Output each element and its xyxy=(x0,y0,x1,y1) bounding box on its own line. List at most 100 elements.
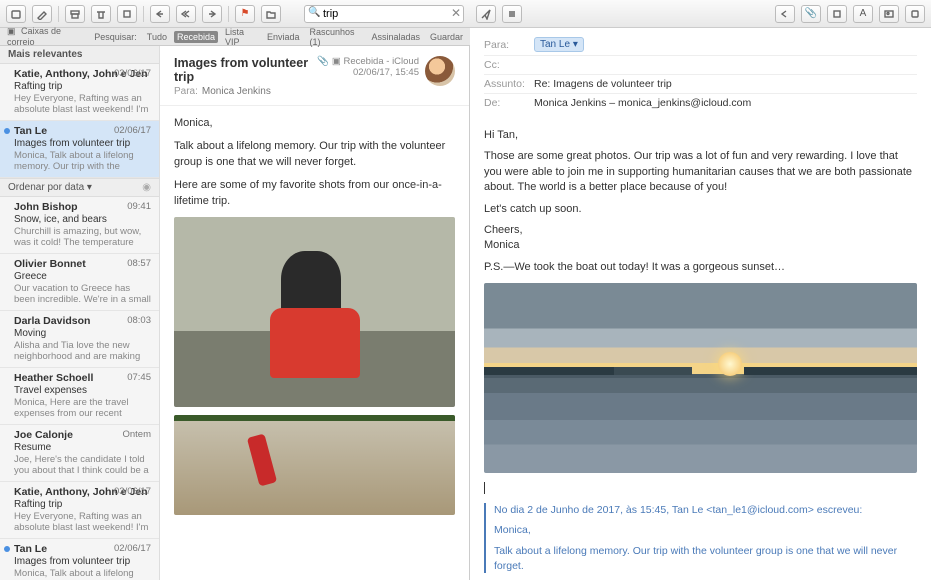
reply-icon xyxy=(779,8,791,20)
from-value[interactable]: Monica Jenkins – monica_jenkins@icloud.c… xyxy=(534,97,751,109)
message-row[interactable]: Heather Schoell07:45Travel expensesMonic… xyxy=(0,368,159,425)
message-row[interactable]: Joe CalonjeOntemResumeJoe, Here's the ca… xyxy=(0,425,159,482)
pencil-icon xyxy=(36,8,48,20)
subject-value[interactable]: Re: Imagens de volunteer trip xyxy=(534,78,672,90)
msg-preview: Monica, Talk about a lifelong memory. Ou… xyxy=(14,568,151,580)
header-fields-button[interactable] xyxy=(502,5,522,23)
reply-all-icon xyxy=(180,8,192,20)
msg-preview: Alisha and Tia love the new neighborhood… xyxy=(14,340,151,362)
msg-subject: Images from volunteer trip xyxy=(14,138,151,149)
quote-line: Talk about a lifelong memory. Our trip w… xyxy=(494,544,917,573)
reply-icon xyxy=(154,8,166,20)
compose-button[interactable] xyxy=(32,5,52,23)
filter-inbox[interactable]: Recebida xyxy=(174,31,218,43)
reply-all-button[interactable] xyxy=(176,5,196,23)
viewer-toolbar: ⚑ 🔍 ✕ xyxy=(0,0,470,28)
paperclip-icon: 📎 xyxy=(805,8,817,19)
to-label: Para: xyxy=(174,86,198,97)
send-button[interactable] xyxy=(476,5,496,23)
attached-photo-2 xyxy=(174,415,455,515)
filter-vip[interactable]: Lista VIP xyxy=(222,26,260,48)
font-button[interactable]: A xyxy=(853,5,873,23)
quote-line: Monica, xyxy=(494,523,917,538)
inbox-button[interactable] xyxy=(6,5,26,23)
message-row[interactable]: Darla Davidson08:03MovingAlisha and Tia … xyxy=(0,311,159,368)
msg-date: 03/06/17 xyxy=(114,486,151,497)
format-button[interactable] xyxy=(827,5,847,23)
folder-icon xyxy=(265,8,277,20)
to-value: Monica Jenkins xyxy=(202,86,271,97)
avatar xyxy=(425,56,455,86)
msg-subject: Greece xyxy=(14,271,151,282)
to-label: Para: xyxy=(484,39,534,51)
msg-preview: Churchill is amazing, but wow, was it co… xyxy=(14,226,151,248)
message-row[interactable]: Katie, Anthony, John e Jen03/06/17Raftin… xyxy=(0,64,159,121)
message-row[interactable]: Tan Le02/06/17Images from volunteer trip… xyxy=(0,121,159,178)
msg-preview: Monica, Here are the travel expenses fro… xyxy=(14,397,151,419)
msg-preview: Joe, Here's the candidate I told you abo… xyxy=(14,454,151,476)
msg-subject: Resume xyxy=(14,442,151,453)
mailboxes-button[interactable]: ▣ Caixas de correio xyxy=(4,25,87,48)
message-list[interactable]: Katie, Anthony, John e Jen03/06/17Raftin… xyxy=(0,64,159,580)
junk-button[interactable] xyxy=(117,5,137,23)
compose-line: Let's catch up soon. xyxy=(484,202,917,217)
msg-date: 07:45 xyxy=(127,372,151,383)
trash-icon xyxy=(95,8,107,20)
clear-search-icon[interactable]: ✕ xyxy=(451,6,461,20)
markup-button[interactable] xyxy=(905,5,925,23)
from-label: De: xyxy=(484,97,534,109)
search-icon: 🔍 xyxy=(308,7,320,18)
filter-sent[interactable]: Enviada xyxy=(264,31,303,43)
flag-button[interactable]: ⚑ xyxy=(235,5,255,23)
message-body[interactable]: Monica, Talk about a lifelong memory. Ou… xyxy=(160,106,469,580)
body-greeting: Monica, xyxy=(174,116,455,131)
move-button[interactable] xyxy=(261,5,281,23)
unread-dot-icon xyxy=(4,128,10,134)
tray-icon xyxy=(10,8,22,20)
reply-button-compose[interactable] xyxy=(775,5,795,23)
photo-icon xyxy=(883,8,895,20)
msg-subject: Rafting trip xyxy=(14,81,151,92)
junk-icon xyxy=(121,8,133,20)
separator xyxy=(228,6,229,22)
message-row[interactable]: John Bishop09:41Snow, ice, and bearsChur… xyxy=(0,197,159,254)
quote-header: No dia 2 de Junho de 2017, às 15:45, Tan… xyxy=(494,503,917,518)
msg-subject: Images from volunteer trip xyxy=(14,556,151,567)
chevron-down-icon[interactable]: ▾ xyxy=(573,39,578,50)
attached-photo-1 xyxy=(174,217,455,407)
compose-headers: Para: Tan Le ▾ Cc: Assunto:Re: Imagens d… xyxy=(470,28,931,118)
msg-subject: Rafting trip xyxy=(14,499,151,510)
list-icon xyxy=(506,8,518,20)
msg-date: 08:03 xyxy=(127,315,151,326)
message-row[interactable]: Katie, Anthony, John e Jen03/06/17Raftin… xyxy=(0,482,159,539)
reply-button[interactable] xyxy=(150,5,170,23)
recipient-token[interactable]: Tan Le ▾ xyxy=(534,37,584,52)
sort-label[interactable]: Ordenar por data ▾ xyxy=(8,182,92,193)
forward-icon xyxy=(206,8,218,20)
folder-name: Recebida - iCloud xyxy=(343,56,419,67)
inline-image-sunset xyxy=(484,283,917,473)
compose-line: P.S.—We took the boat out today! It was … xyxy=(484,260,917,275)
sort-bar[interactable]: Ordenar por data ▾ ◉ xyxy=(0,178,159,197)
message-row[interactable]: Olivier Bonnet08:57GreeceOur vacation to… xyxy=(0,254,159,311)
separator xyxy=(58,6,59,22)
attach-button[interactable]: 📎 xyxy=(801,5,821,23)
filter-all[interactable]: Tudo xyxy=(144,31,170,43)
forward-button[interactable] xyxy=(202,5,222,23)
compose-body[interactable]: Hi Tan, Those are some great photos. Our… xyxy=(470,118,931,580)
archive-button[interactable] xyxy=(65,5,85,23)
filter-drafts[interactable]: Rascunhos (1) xyxy=(307,26,365,48)
delete-button[interactable] xyxy=(91,5,111,23)
msg-preview: Hey Everyone, Rafting was an absolute bl… xyxy=(14,93,151,115)
filter-flagged[interactable]: Assinaladas xyxy=(368,31,423,43)
msg-subject: Snow, ice, and bears xyxy=(14,214,151,225)
msg-date: Ontem xyxy=(122,429,151,440)
search-field[interactable]: 🔍 ✕ xyxy=(304,5,464,23)
save-search-button[interactable]: Guardar xyxy=(427,31,466,43)
msg-date: 09:41 xyxy=(127,201,151,212)
message-header: 📎 ▣ Recebida - iCloud 02/06/17, 15:45 Im… xyxy=(160,46,469,106)
photo-browser-button[interactable] xyxy=(879,5,899,23)
filter-icon[interactable]: ◉ xyxy=(142,182,151,193)
search-input[interactable] xyxy=(304,5,464,23)
message-row[interactable]: Tan Le02/06/17Images from volunteer trip… xyxy=(0,539,159,580)
